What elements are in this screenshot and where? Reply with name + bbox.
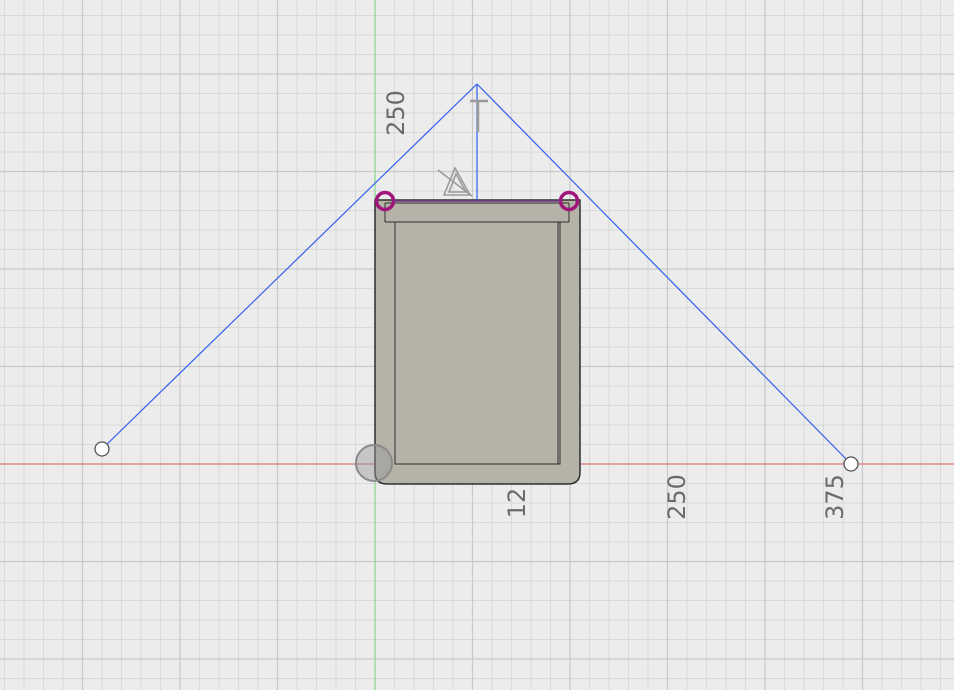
y-axis-dimension-label: 250 (382, 90, 410, 136)
extruded-body[interactable] (374, 199, 581, 485)
sketch-canvas[interactable]: 250 12 250 375 (0, 0, 954, 690)
origin-icon[interactable] (355, 444, 393, 482)
x-axis-dimension-label: 375 (821, 474, 849, 520)
x-axis-dimension-label: 250 (663, 474, 691, 520)
sketch-point[interactable] (94, 441, 110, 457)
equal-constraint-icon[interactable] (437, 166, 473, 197)
x-axis-dimension-label: 12 (503, 488, 531, 519)
body-outer-face[interactable] (374, 199, 581, 485)
sketch-point[interactable] (843, 456, 859, 472)
